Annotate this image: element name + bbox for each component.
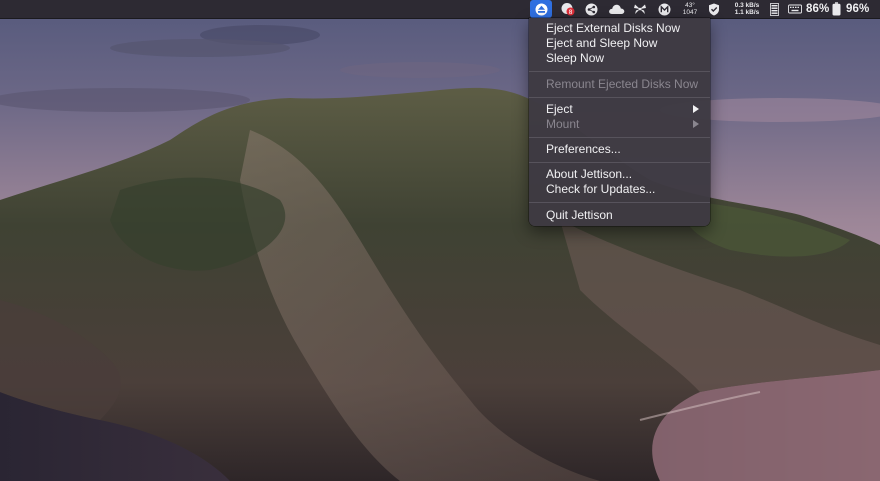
jettison-eject-icon bbox=[535, 3, 547, 15]
cloud-menu-extra[interactable] bbox=[606, 0, 626, 18]
menu-item-label: About Jettison... bbox=[546, 167, 633, 181]
menu-item-about-jettison[interactable]: About Jettison... bbox=[529, 167, 710, 182]
menu-item-eject-submenu[interactable]: Eject bbox=[529, 102, 710, 117]
svg-text:8: 8 bbox=[568, 9, 572, 16]
network-speed-readout: 0.3 kB/s 1.1 kB/s bbox=[735, 2, 760, 16]
battery-icon bbox=[832, 2, 841, 16]
keyboard-battery-menu-extra[interactable]: 86% bbox=[788, 0, 832, 18]
m-badge-icon bbox=[658, 3, 670, 15]
butterfly-icon bbox=[634, 4, 646, 14]
menu-item-label: Sleep Now bbox=[546, 51, 605, 65]
menu-item-eject-and-sleep-now[interactable]: Eject and Sleep Now bbox=[529, 36, 710, 51]
menu-item-label: Mount bbox=[546, 117, 580, 131]
weather-menu-extra[interactable]: 43° 1047 bbox=[678, 0, 702, 18]
network-download-speed: 1.1 kB/s bbox=[734, 9, 760, 16]
menu-item-label: Check for Updates... bbox=[546, 182, 656, 196]
memory-bars-icon bbox=[769, 2, 779, 16]
menu-item-label: Eject External Disks Now bbox=[546, 21, 681, 35]
menu-separator bbox=[529, 97, 710, 98]
record-badge-icon: 8 bbox=[561, 3, 574, 16]
submenu-arrow-icon bbox=[693, 120, 699, 128]
battery-menu-extra[interactable]: 96% bbox=[832, 0, 876, 18]
m-badge-menu-extra[interactable] bbox=[655, 0, 673, 18]
desktop-wallpaper bbox=[0, 0, 880, 481]
jettison-menu-extra[interactable] bbox=[530, 0, 552, 18]
menu-item-check-for-updates[interactable]: Check for Updates... bbox=[529, 182, 710, 197]
menu-separator bbox=[529, 202, 710, 203]
menu-item-label: Eject and Sleep Now bbox=[546, 36, 658, 50]
weather-temperature: 43° bbox=[685, 2, 695, 9]
battery-level: 96% bbox=[846, 3, 870, 15]
network-share-menu-extra[interactable] bbox=[582, 0, 600, 18]
cloud-icon bbox=[608, 4, 624, 14]
menu-item-label: Preferences... bbox=[546, 142, 621, 156]
vpn-shield-menu-extra[interactable] bbox=[705, 0, 723, 18]
shield-icon bbox=[709, 3, 719, 15]
menu-item-mount-submenu: Mount bbox=[529, 117, 710, 132]
jettison-dropdown-menu: Eject External Disks Now Eject and Sleep… bbox=[529, 18, 710, 226]
menu-item-sleep-now[interactable]: Sleep Now bbox=[529, 51, 710, 66]
keyboard-icon bbox=[788, 4, 802, 14]
menu-separator bbox=[529, 162, 710, 163]
menu-item-remount-ejected-disks-now: Remount Ejected Disks Now bbox=[529, 77, 710, 92]
menu-separator bbox=[529, 71, 710, 72]
wallpaper-landscape bbox=[0, 0, 880, 481]
menu-item-quit-jettison[interactable]: Quit Jettison bbox=[529, 208, 710, 223]
network-speed-menu-extra[interactable]: 0.3 kB/s 1.1 kB/s bbox=[729, 0, 765, 18]
menu-item-label: Remount Ejected Disks Now bbox=[546, 77, 699, 91]
weather-readout: 43° 1047 bbox=[683, 2, 697, 16]
keyboard-battery-level: 86% bbox=[806, 3, 830, 15]
menu-item-preferences[interactable]: Preferences... bbox=[529, 142, 710, 157]
network-upload-speed: 0.3 kB/s bbox=[734, 2, 760, 9]
system-stats-menu-extra[interactable] bbox=[767, 0, 781, 18]
menu-item-label: Eject bbox=[546, 102, 573, 116]
record-badge-menu-extra[interactable]: 8 bbox=[557, 0, 577, 18]
menu-separator bbox=[529, 137, 710, 138]
submenu-arrow-icon bbox=[693, 105, 699, 113]
menu-bar: 8 43° 1047 0.3 kB/s 1.1 kB/s 86% 96% bbox=[0, 0, 880, 19]
menu-item-eject-external-disks-now[interactable]: Eject External Disks Now bbox=[529, 21, 710, 36]
weather-value: 1047 bbox=[682, 9, 698, 16]
network-share-icon bbox=[585, 3, 597, 15]
butterfly-menu-extra[interactable] bbox=[631, 0, 649, 18]
menu-item-label: Quit Jettison bbox=[546, 208, 613, 222]
